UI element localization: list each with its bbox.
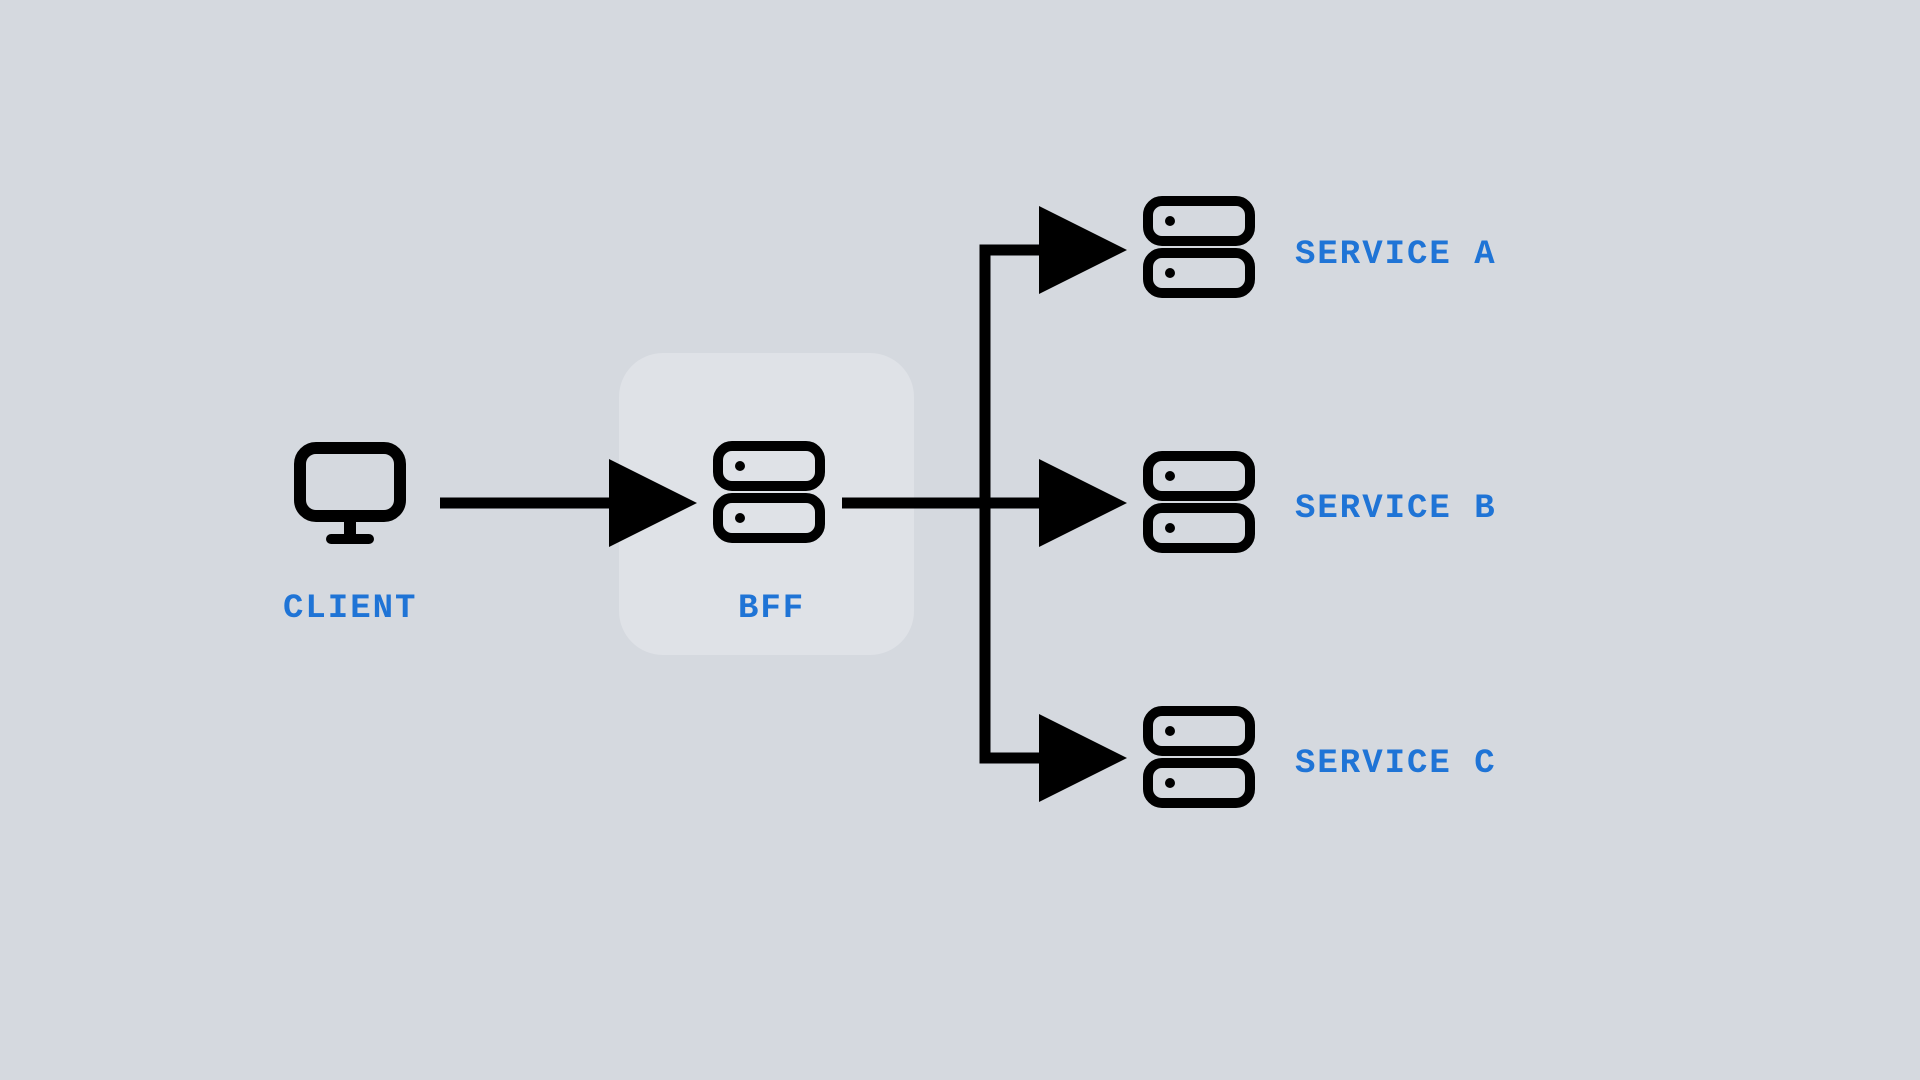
edge-bff-service-a (985, 250, 1105, 503)
arrows-layer (0, 0, 1920, 1080)
diagram-stage: CLIENT BFF SERVICE A SERVICE B (0, 0, 1920, 1080)
edge-bff-service-c (985, 503, 1105, 758)
